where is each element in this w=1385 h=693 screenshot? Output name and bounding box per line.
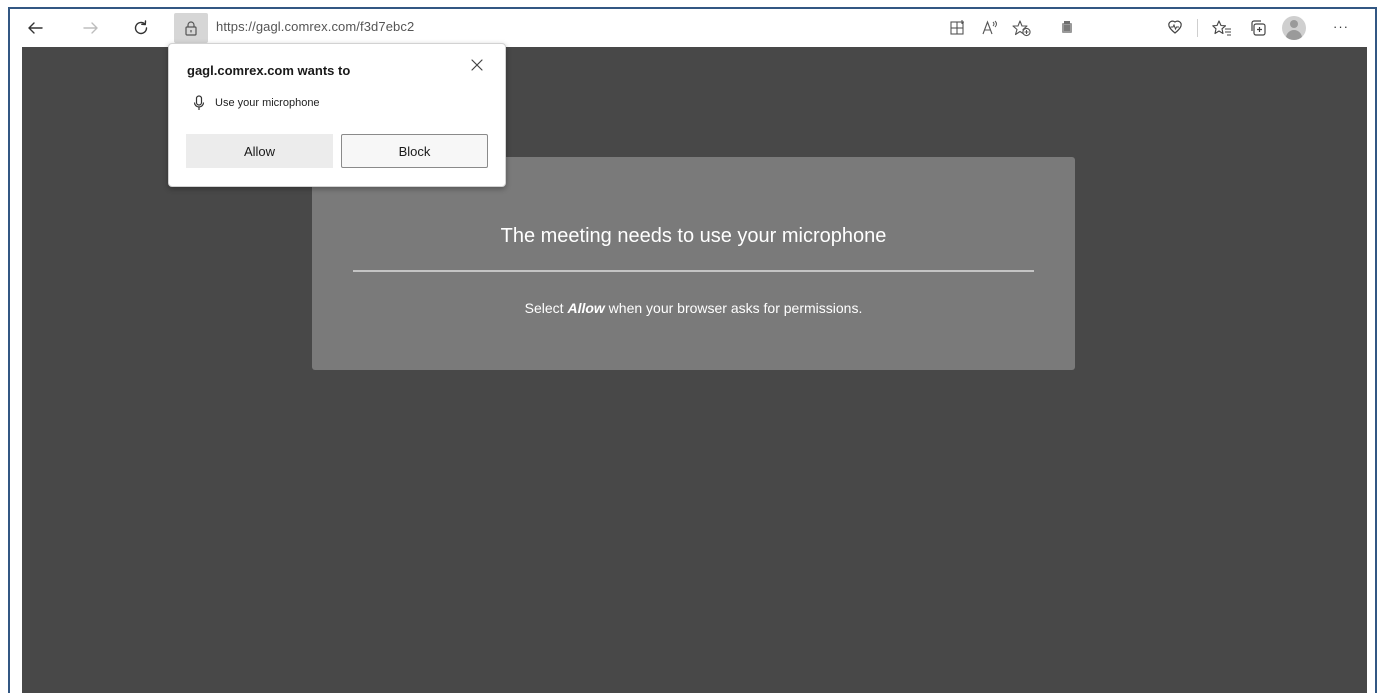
site-info-button[interactable]	[174, 13, 208, 43]
browser-toolbar: https://gagl.comrex.com/f3d7ebc2 ···	[10, 9, 1375, 47]
profile-avatar-icon	[1290, 20, 1298, 28]
microphone-icon	[193, 95, 205, 110]
profile-button[interactable]	[1282, 16, 1306, 40]
lock-icon	[185, 21, 197, 36]
collections-icon	[1251, 20, 1266, 36]
close-icon	[471, 59, 483, 71]
permission-instruction: Select Allow when your browser asks for …	[312, 300, 1075, 316]
profile-avatar-body	[1286, 30, 1302, 40]
back-button[interactable]	[22, 15, 48, 41]
refresh-icon	[134, 20, 148, 35]
extension-button[interactable]	[1056, 17, 1078, 39]
forward-button[interactable]	[78, 15, 104, 41]
arrow-right-icon	[83, 22, 98, 34]
arrow-left-icon	[28, 22, 43, 34]
collections-button[interactable]	[1247, 17, 1269, 39]
add-favorite-button[interactable]	[1011, 17, 1033, 39]
star-add-icon	[1012, 20, 1031, 37]
instruction-emphasis: Allow	[567, 300, 605, 316]
immersive-reader-icon	[950, 20, 964, 35]
read-aloud-icon	[982, 20, 997, 35]
favorites-list-icon	[1212, 20, 1231, 36]
popup-close-button[interactable]	[468, 56, 486, 74]
permission-request-text: Use your microphone	[215, 97, 320, 109]
extension-icon	[1062, 21, 1072, 33]
instruction-suffix: when your browser asks for permissions.	[604, 300, 863, 316]
address-bar-url[interactable]: https://gagl.comrex.com/f3d7ebc2	[216, 19, 414, 34]
immersive-reader-button[interactable]	[947, 17, 969, 39]
allow-button[interactable]: Allow	[186, 134, 333, 168]
page-title: The meeting needs to use your microphone	[500, 225, 887, 247]
heart-pulse-icon	[1168, 20, 1182, 34]
browser-window: https://gagl.comrex.com/f3d7ebc2 ··· The…	[8, 7, 1377, 693]
popup-title: gagl.comrex.com wants to	[187, 63, 351, 78]
favorites-button[interactable]	[1211, 17, 1233, 39]
title-divider	[353, 270, 1034, 272]
read-aloud-button[interactable]	[979, 17, 1001, 39]
toolbar-separator	[1197, 19, 1198, 37]
permission-message-card: The meeting needs to use your microphone…	[312, 157, 1075, 370]
refresh-button[interactable]	[128, 15, 154, 41]
instruction-prefix: Select	[524, 300, 568, 316]
browser-essentials-button[interactable]	[1164, 17, 1186, 39]
block-button[interactable]: Block	[341, 134, 488, 168]
permission-popup: gagl.comrex.com wants to Use your microp…	[168, 43, 506, 187]
more-menu-button[interactable]: ···	[1330, 15, 1352, 37]
